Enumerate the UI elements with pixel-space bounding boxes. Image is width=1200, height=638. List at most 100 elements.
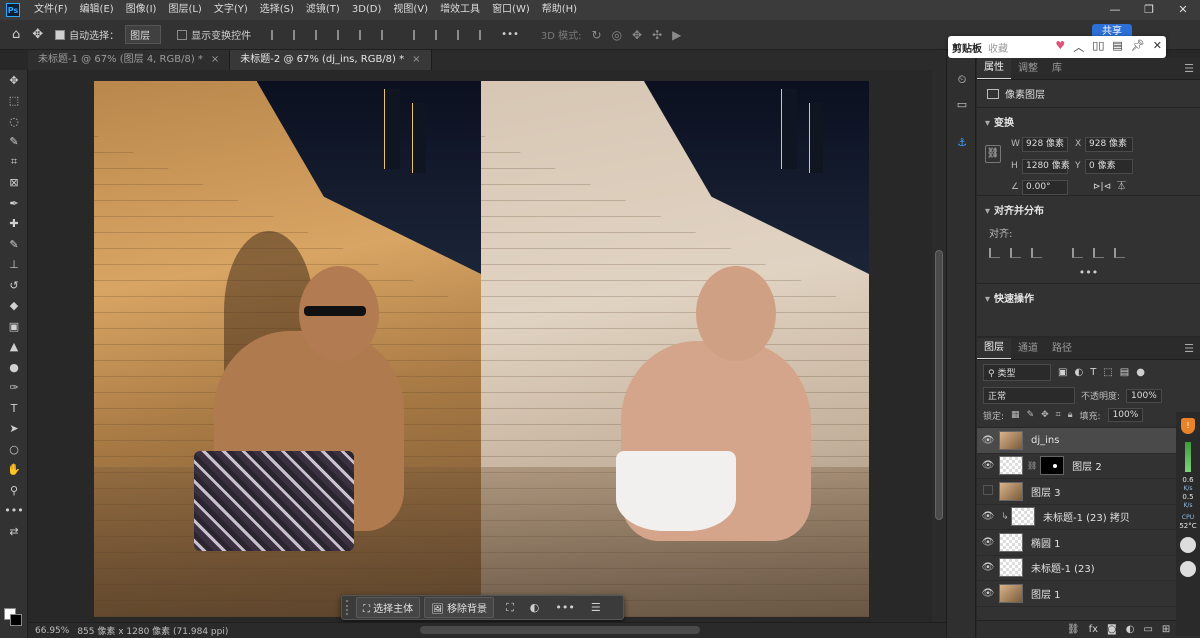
- select-subject-button[interactable]: ⛶ 选择主体: [356, 597, 421, 618]
- quick-actions-header[interactable]: ▾ 快速操作: [977, 283, 1200, 311]
- gradient-tool-icon[interactable]: ▣: [0, 316, 28, 337]
- menu-select[interactable]: 选择(S): [254, 0, 300, 20]
- tab-libraries[interactable]: 库: [1045, 59, 1069, 79]
- home-icon[interactable]: ⌂: [12, 27, 20, 42]
- flip-vertical-icon[interactable]: ⏄: [1117, 180, 1126, 195]
- zoom-tool-icon[interactable]: ⚲: [0, 480, 28, 501]
- dodge-tool-icon[interactable]: ●: [0, 357, 28, 378]
- width-field[interactable]: 928 像素: [1022, 137, 1068, 152]
- plugin-icon[interactable]: ⚓: [947, 130, 977, 154]
- layer-row-untitled[interactable]: 👁︎ 未标题-1 (23): [977, 556, 1200, 581]
- mask-link-icon[interactable]: ⛓: [1027, 461, 1037, 470]
- tab-paths[interactable]: 路径: [1045, 339, 1079, 359]
- visibility-eye-icon[interactable]: 👁︎: [977, 588, 999, 599]
- marquee-tool-icon[interactable]: ⬚: [0, 91, 28, 112]
- pen-tool-icon[interactable]: ✑: [0, 378, 28, 399]
- tab-untitled-2[interactable]: 未标题-2 @ 67% (dj_ins, RGB/8) * ×: [230, 50, 432, 70]
- align-bottom-icon[interactable]: [381, 29, 393, 40]
- adjustment-icon[interactable]: ◐: [530, 601, 540, 614]
- move-tool-icon[interactable]: ✥: [32, 27, 43, 42]
- close-tab-icon[interactable]: ×: [412, 54, 420, 65]
- menu-filter[interactable]: 滤镜(T): [300, 0, 346, 20]
- lasso-tool-icon[interactable]: ◌: [0, 111, 28, 132]
- menu-file[interactable]: 文件(F): [28, 0, 74, 20]
- settings-sliders-icon[interactable]: ☰: [591, 601, 601, 614]
- layer-row-layer-3[interactable]: 图层 3: [977, 479, 1200, 505]
- swap-colors-icon[interactable]: ⇄: [0, 521, 28, 542]
- blur-tool-icon[interactable]: ▲: [0, 337, 28, 358]
- opacity-field[interactable]: 100%: [1126, 388, 1162, 403]
- link-dimensions-icon[interactable]: ⛓: [985, 145, 1001, 163]
- filter-adjustment-icon[interactable]: ◐: [1074, 367, 1083, 378]
- columns-icon[interactable]: ▯▯: [1092, 39, 1104, 55]
- heart-icon[interactable]: ♥: [1055, 39, 1065, 55]
- add-mask-icon[interactable]: ◙: [1107, 624, 1117, 635]
- vertical-scrollbar[interactable]: [932, 70, 946, 622]
- close-window-button[interactable]: ✕: [1166, 0, 1200, 20]
- 3d-slide-icon[interactable]: ✣: [652, 28, 662, 42]
- align-top-icon[interactable]: [1072, 248, 1083, 258]
- menu-help[interactable]: 帮助(H): [536, 0, 583, 20]
- history-brush-tool-icon[interactable]: ↺: [0, 275, 28, 296]
- lock-position-icon[interactable]: ✥: [1041, 410, 1049, 420]
- lock-all-icon[interactable]: 🔒︎: [1068, 410, 1073, 420]
- menu-image[interactable]: 图像(I): [120, 0, 163, 20]
- filter-smart-object-icon[interactable]: ▤: [1120, 367, 1129, 378]
- comments-icon[interactable]: ▭: [947, 92, 977, 116]
- new-group-icon[interactable]: ▭: [1143, 624, 1152, 635]
- more-tools-icon[interactable]: •••: [0, 501, 28, 522]
- menu-window[interactable]: 窗口(W): [486, 0, 536, 20]
- more-options-button[interactable]: •••: [501, 29, 519, 40]
- 3d-camera-icon[interactable]: ▶: [672, 28, 681, 42]
- lock-image-icon[interactable]: ✎: [1027, 410, 1035, 420]
- lock-transparency-icon[interactable]: ▦: [1011, 410, 1020, 420]
- transform-section-header[interactable]: ▾ 变换: [977, 107, 1200, 135]
- eraser-tool-icon[interactable]: ◆: [0, 296, 28, 317]
- auto-select-checkbox[interactable]: [55, 29, 66, 40]
- height-field[interactable]: 1280 像素: [1022, 159, 1070, 174]
- visibility-eye-icon[interactable]: 👁︎: [977, 511, 999, 522]
- tab-properties[interactable]: 属性: [977, 58, 1011, 79]
- menu-3d[interactable]: 3D(D): [346, 0, 388, 20]
- minimize-button[interactable]: —: [1098, 0, 1132, 20]
- menu-view[interactable]: 视图(V): [387, 0, 434, 20]
- visibility-eye-icon[interactable]: 👁︎: [977, 460, 999, 471]
- clipboard-favorites-tab[interactable]: 收藏: [988, 40, 1008, 55]
- y-field[interactable]: 0 像素: [1085, 159, 1133, 174]
- x-field[interactable]: 928 像素: [1085, 137, 1133, 152]
- clone-stamp-tool-icon[interactable]: ⊥: [0, 255, 28, 276]
- blend-mode-dropdown[interactable]: 正常: [983, 387, 1075, 404]
- frame-tool-icon[interactable]: ⊠: [0, 173, 28, 194]
- visibility-eye-icon[interactable]: 👁︎: [977, 537, 999, 548]
- align-hcenter-icon[interactable]: [1010, 248, 1021, 258]
- zoom-level[interactable]: 66.95%: [35, 626, 69, 636]
- transform-icon[interactable]: ⛶: [506, 601, 514, 615]
- menu-type[interactable]: 文字(Y): [208, 0, 254, 20]
- tab-adjustments[interactable]: 调整: [1011, 59, 1045, 79]
- lock-artboard-icon[interactable]: ⌗: [1056, 410, 1061, 420]
- 3d-roll-icon[interactable]: ◎: [612, 28, 622, 42]
- layer-row-layer-2[interactable]: 👁︎ ⛓ 图层 2: [977, 454, 1200, 479]
- tab-channels[interactable]: 通道: [1011, 339, 1045, 359]
- visibility-eye-icon[interactable]: 👁︎: [977, 435, 999, 446]
- type-tool-icon[interactable]: T: [0, 398, 28, 419]
- 3d-orbit-icon[interactable]: ↻: [592, 28, 602, 42]
- new-adjustment-icon[interactable]: ◐: [1126, 624, 1135, 635]
- distribute-vcenter-icon[interactable]: [435, 29, 447, 40]
- menu-plugins[interactable]: 增效工具: [434, 0, 486, 20]
- auto-select-dropdown[interactable]: 图层: [125, 25, 162, 44]
- filter-shape-icon[interactable]: ⬚: [1103, 367, 1112, 378]
- visibility-eye-icon[interactable]: 👁︎: [977, 562, 999, 573]
- drag-handle[interactable]: [346, 600, 350, 615]
- filter-kind-dropdown[interactable]: ⚲ 类型: [983, 364, 1051, 381]
- close-icon[interactable]: ✕: [1153, 39, 1162, 55]
- new-layer-icon[interactable]: ⊞: [1162, 624, 1170, 635]
- align-bottom-icon[interactable]: [1114, 248, 1125, 258]
- menu-edit[interactable]: 编辑(E): [74, 0, 120, 20]
- clipboard-icon[interactable]: ▤: [1112, 39, 1122, 55]
- more-align-options[interactable]: •••: [977, 264, 1200, 283]
- brush-tool-icon[interactable]: ✎: [0, 234, 28, 255]
- fx-icon[interactable]: fx: [1089, 624, 1098, 635]
- canvas[interactable]: [29, 70, 932, 622]
- filter-toggle-icon[interactable]: ●: [1136, 367, 1145, 378]
